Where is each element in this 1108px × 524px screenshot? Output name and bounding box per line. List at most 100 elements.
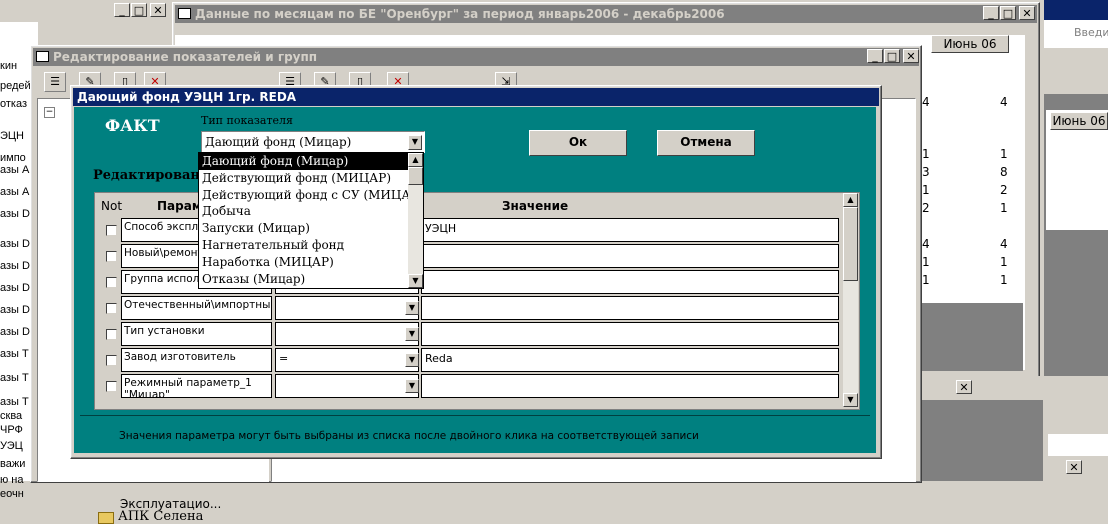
right-mid-titlebar xyxy=(1044,76,1108,94)
param-name-cell[interactable]: Режимный параметр_1 "Мицар" xyxy=(121,374,272,398)
condition-cell[interactable] xyxy=(275,322,419,346)
condition-dropdown-icon[interactable]: ▼ xyxy=(405,301,419,315)
dropdown-option[interactable]: Запуски (Мицар) xyxy=(199,220,408,237)
not-checkbox[interactable] xyxy=(106,277,117,288)
bg-june-value: 8 xyxy=(1000,165,1008,179)
bg-june-value: 2 xyxy=(1000,183,1008,197)
condition-cell[interactable]: = xyxy=(275,348,419,372)
left-fragment-text: азы D xyxy=(0,326,30,338)
left-fragment-text: азы Т xyxy=(0,372,29,384)
bg-may-value: 1 xyxy=(922,255,930,269)
right-window-mid: Июнь 06 xyxy=(1044,76,1108,376)
tree-expand-icon[interactable]: − xyxy=(44,107,55,118)
not-checkbox[interactable] xyxy=(106,355,117,366)
condition-dropdown-icon[interactable]: ▼ xyxy=(405,327,419,341)
header-not: Not xyxy=(101,199,123,213)
left-close-button[interactable]: ✕ xyxy=(150,3,166,17)
bg-min-button[interactable]: _ xyxy=(983,6,999,20)
dropdown-option[interactable]: Действующий фонд (МИЦАР) xyxy=(199,170,408,187)
left-fragment-text: кин xyxy=(0,60,18,72)
edit-max-button[interactable]: □ xyxy=(884,49,900,63)
dropdown-option[interactable]: Наработка (МИЦАР) xyxy=(199,254,408,271)
dropdown-option[interactable]: Действующий фонд с СУ (МИЦАР) xyxy=(199,187,408,204)
left-window-frame: _ □ ✕ xyxy=(0,0,170,22)
dropdown-option[interactable]: Нагнетательный фонд xyxy=(199,237,408,254)
type-combobox[interactable]: Дающий фонд (Мицар) ▼ xyxy=(201,131,425,153)
bg-column-june: Июнь 06 xyxy=(931,35,1009,53)
bg-may-value: 3 xyxy=(922,165,930,179)
param-row[interactable]: Завод изготовитель = ▼ Reda xyxy=(95,347,839,373)
dropdown-option-selected[interactable]: Дающий фонд (Мицар) xyxy=(199,153,408,170)
folder-icon xyxy=(98,512,114,524)
cancel-button[interactable]: Отмена xyxy=(657,130,755,156)
edit-window-titlebar: Редактирование показателей и групп xyxy=(33,48,919,66)
left-min-button[interactable]: _ xyxy=(114,3,130,17)
ok-button[interactable]: Ок xyxy=(529,130,627,156)
left-fragment-text: азы D xyxy=(0,304,30,316)
bg-max-button[interactable]: □ xyxy=(1000,6,1016,20)
edit-min-button[interactable]: _ xyxy=(867,49,883,63)
lower-close-button-2[interactable]: ✕ xyxy=(1066,460,1082,474)
value-cell[interactable] xyxy=(421,374,839,398)
bg-close-button[interactable]: ✕ xyxy=(1019,6,1035,20)
dropdown-option[interactable]: Отказы (Мицар) xyxy=(199,271,408,288)
left-fragment-text: азы D xyxy=(0,260,30,272)
value-cell[interactable] xyxy=(421,322,839,346)
header-value: Значение xyxy=(502,199,569,213)
tree-view-tool-icon[interactable]: ☰ xyxy=(44,72,66,92)
lower-close-button-1[interactable]: ✕ xyxy=(956,380,972,394)
scroll-down-icon[interactable]: ▼ xyxy=(843,393,858,407)
condition-dropdown-icon[interactable]: ▼ xyxy=(405,353,419,367)
condition-dropdown-icon[interactable]: ▼ xyxy=(405,379,419,393)
right-title-strip xyxy=(1044,0,1108,20)
left-max-button[interactable]: □ xyxy=(131,3,147,17)
bg-title-text: Данные по месяцам по БЕ "Оренбург" за пе… xyxy=(195,7,725,21)
bg-may-value: 1 xyxy=(922,147,930,161)
dropdown-option[interactable]: Добыча xyxy=(199,203,408,220)
dialog-titlebar: Дающий фонд УЭЦН 1гр. REDA xyxy=(73,88,879,106)
left-fragment-text: импо xyxy=(0,152,26,164)
left-fragment-text: азы D xyxy=(0,208,30,220)
value-cell[interactable] xyxy=(421,270,839,294)
type-label: Тип показателя xyxy=(201,114,293,127)
left-fragment-text: азы Т xyxy=(0,396,29,408)
value-cell[interactable]: Reda xyxy=(421,348,839,372)
window-icon xyxy=(36,51,49,62)
value-cell[interactable] xyxy=(421,244,839,268)
param-row[interactable]: Режимный параметр_1 "Мицар" ▼ xyxy=(95,373,839,399)
param-name-cell[interactable]: Тип установки xyxy=(121,322,272,346)
left-fragment-text: ю на xyxy=(0,474,24,486)
param-name-cell[interactable]: Отечественный\импортный xyxy=(121,296,272,320)
fact-label: ФАКТ xyxy=(105,116,160,135)
condition-cell[interactable] xyxy=(275,374,419,398)
dropdown-scroll-up-icon[interactable]: ▲ xyxy=(408,153,423,167)
grid-scrollbar[interactable]: ▲ ▼ xyxy=(843,193,858,407)
combobox-dropdown-icon[interactable]: ▼ xyxy=(408,135,422,150)
scroll-up-icon[interactable]: ▲ xyxy=(843,193,858,207)
value-cell[interactable]: УЭЦН xyxy=(421,218,839,242)
param-row[interactable]: Тип установки ▼ xyxy=(95,321,839,347)
not-checkbox[interactable] xyxy=(106,381,117,392)
type-dropdown-list[interactable]: Дающий фонд (Мицар) Действующий фонд (МИЦ… xyxy=(198,152,424,289)
footer-hint: Значения параметра могут быть выбраны из… xyxy=(119,430,699,442)
bg-may-value: 1 xyxy=(922,183,930,197)
bg-june-value: 4 xyxy=(1000,237,1008,251)
param-name-cell[interactable]: Завод изготовитель xyxy=(121,348,272,372)
tree-item-apk-selena[interactable]: АПК Селена xyxy=(118,509,203,524)
left-fragment-text: отказ xyxy=(0,98,28,110)
not-checkbox[interactable] xyxy=(106,251,117,262)
edit-close-button[interactable]: ✕ xyxy=(903,49,919,63)
value-cell[interactable] xyxy=(421,296,839,320)
scroll-thumb[interactable] xyxy=(843,207,858,281)
param-row[interactable]: Отечественный\импортный ▼ xyxy=(95,295,839,321)
condition-cell[interactable] xyxy=(275,296,419,320)
dropdown-scrollbar[interactable]: ▲ ▼ xyxy=(408,153,423,288)
bg-june-value: 1 xyxy=(1000,201,1008,215)
dropdown-scroll-down-icon[interactable]: ▼ xyxy=(408,274,423,288)
left-fragment-text: ЧРФ xyxy=(0,424,23,436)
dropdown-scroll-thumb[interactable] xyxy=(408,167,423,185)
not-checkbox[interactable] xyxy=(106,329,117,340)
bg-june-value: 1 xyxy=(1000,273,1008,287)
not-checkbox[interactable] xyxy=(106,225,117,236)
not-checkbox[interactable] xyxy=(106,303,117,314)
